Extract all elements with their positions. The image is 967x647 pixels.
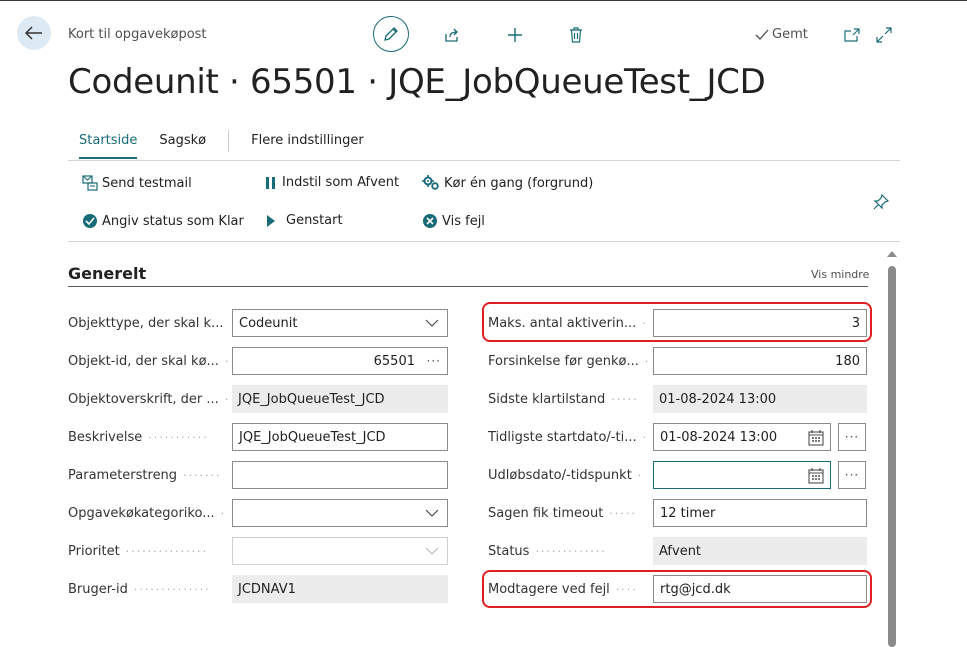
scroll-up-arrow[interactable] (887, 251, 897, 257)
ellipsis-icon: ··· (844, 430, 860, 444)
error-icon (423, 214, 437, 228)
field-label-rerun-delay: Forsinkelse før genkø...· (488, 354, 648, 369)
object-type-select[interactable]: Codeunit (232, 309, 448, 337)
description-input[interactable]: JQE_JobQueueTest_JCD (232, 423, 448, 451)
tab-more-settings[interactable]: Flere indstillinger (251, 133, 364, 159)
parameter-string-input[interactable] (232, 461, 448, 489)
restart-label: Genstart (286, 213, 343, 228)
action-bar-divider (68, 241, 900, 242)
field-label-status: Status ············· (488, 544, 607, 559)
run-once-action[interactable]: Kør én gang (forgrund) (422, 175, 593, 191)
chevron-down-icon (425, 509, 439, 517)
user-id-value: JCDNAV1 (232, 575, 448, 603)
show-less-link[interactable]: Vis mindre (811, 268, 869, 281)
set-ready-label: Angiv status som Klar (102, 213, 244, 229)
section-title: Generelt (68, 264, 147, 283)
gears-run-icon (422, 175, 439, 190)
pause-icon (266, 176, 275, 189)
send-testmail-action[interactable]: Send testmail (82, 175, 192, 191)
category-code-select[interactable] (232, 499, 448, 527)
expand-button[interactable] (875, 26, 893, 44)
tab-startside[interactable]: Startside (79, 133, 138, 159)
highlight-max-attempts (482, 302, 872, 342)
earliest-start-input[interactable]: 01-08-2024 13:00 (653, 423, 831, 451)
field-label-parameter-string: Parameterstreng ······· (68, 468, 222, 483)
edit-button[interactable] (373, 16, 409, 52)
open-new-window-button[interactable] (843, 26, 861, 44)
tabs-divider (68, 160, 900, 161)
breadcrumb: Kort til opgavekøpost (68, 27, 207, 42)
set-on-hold-label: Indstil som Afvent (282, 175, 400, 190)
new-button[interactable] (506, 26, 524, 44)
tab-separator (228, 130, 230, 152)
field-label-user-id: Bruger-id ·············· (68, 582, 211, 597)
field-label-last-ready-state: Sidste klartilstand ····· (488, 392, 639, 407)
saved-label: Gemt (772, 27, 808, 42)
page-title: Codeunit · 65501 · JQE_JobQueueTest_JCD (68, 62, 766, 102)
tab-sagsko[interactable]: Sagskø (159, 133, 206, 159)
chevron-down-icon (425, 319, 439, 327)
open-in-new-window-icon (844, 28, 860, 42)
rerun-delay-input[interactable]: 180 (653, 347, 867, 375)
calendar-icon[interactable] (808, 468, 824, 484)
expand-icon (876, 27, 892, 43)
restart-action[interactable]: Genstart (266, 213, 343, 228)
play-icon (267, 214, 275, 227)
back-button[interactable] (17, 16, 51, 50)
status-ready-icon (83, 214, 97, 228)
field-label-category-code: Opgavekøkategoriko... · (68, 506, 227, 521)
field-label-job-timeout: Sagen fik timeout ····· (488, 506, 637, 521)
chevron-down-icon (425, 547, 439, 555)
pin-icon (873, 193, 890, 210)
calendar-icon[interactable] (808, 430, 824, 446)
highlight-error-recipients (482, 570, 872, 608)
section-divider (68, 286, 868, 287)
object-id-input[interactable]: 65501 ··· (232, 347, 448, 375)
vertical-scrollbar[interactable] (888, 266, 896, 647)
set-on-hold-action[interactable]: Indstil som Afvent (264, 175, 399, 190)
delete-button[interactable] (567, 26, 585, 44)
send-testmail-label: Send testmail (102, 175, 192, 191)
mail-send-icon (82, 175, 98, 191)
trash-icon (570, 27, 582, 43)
expiration-more-button[interactable]: ··· (838, 461, 866, 489)
status-value: Afvent (653, 537, 867, 565)
pin-action-bar-button[interactable] (873, 193, 890, 214)
show-error-label: Vis fejl (442, 213, 485, 229)
window-top-border (0, 0, 967, 1)
show-error-action[interactable]: Vis fejl (422, 213, 485, 229)
arrow-left-icon (25, 26, 42, 40)
field-label-object-caption: Objektoverskrift, der ...· (68, 392, 228, 407)
field-label-expiration: Udløbsdato/-tidspunkt · (488, 468, 644, 483)
lookup-ellipsis-icon[interactable]: ··· (427, 354, 441, 368)
pencil-icon (384, 27, 398, 41)
run-once-label: Kør én gang (forgrund) (444, 175, 594, 191)
share-icon (445, 28, 458, 42)
share-button[interactable] (443, 26, 461, 44)
field-label-object-type: Objekttype, der skal k...· (68, 316, 224, 331)
last-ready-state-value: 01-08-2024 13:00 (653, 385, 867, 413)
plus-icon (508, 28, 522, 42)
action-tabs: Startside Sagskø Flere indstillinger (79, 130, 386, 159)
saved-status: Gemt (755, 27, 808, 42)
field-label-priority: Prioritet ··············· (68, 544, 209, 559)
job-timeout-input[interactable]: 12 timer (653, 499, 867, 527)
ellipsis-icon: ··· (844, 468, 860, 482)
earliest-start-more-button[interactable]: ··· (838, 423, 866, 451)
checkmark-icon (755, 29, 769, 40)
field-label-earliest-start: Tidligste startdato/-ti... · (488, 430, 648, 445)
priority-select[interactable] (232, 537, 448, 565)
object-caption-value: JQE_JobQueueTest_JCD (232, 385, 448, 413)
set-ready-action[interactable]: Angiv status som Klar (82, 213, 244, 229)
field-label-object-id: Objekt-id, der skal kø...· (68, 354, 228, 369)
expiration-input[interactable] (653, 461, 831, 489)
field-label-description: Beskrivelse ··········· (68, 430, 209, 445)
